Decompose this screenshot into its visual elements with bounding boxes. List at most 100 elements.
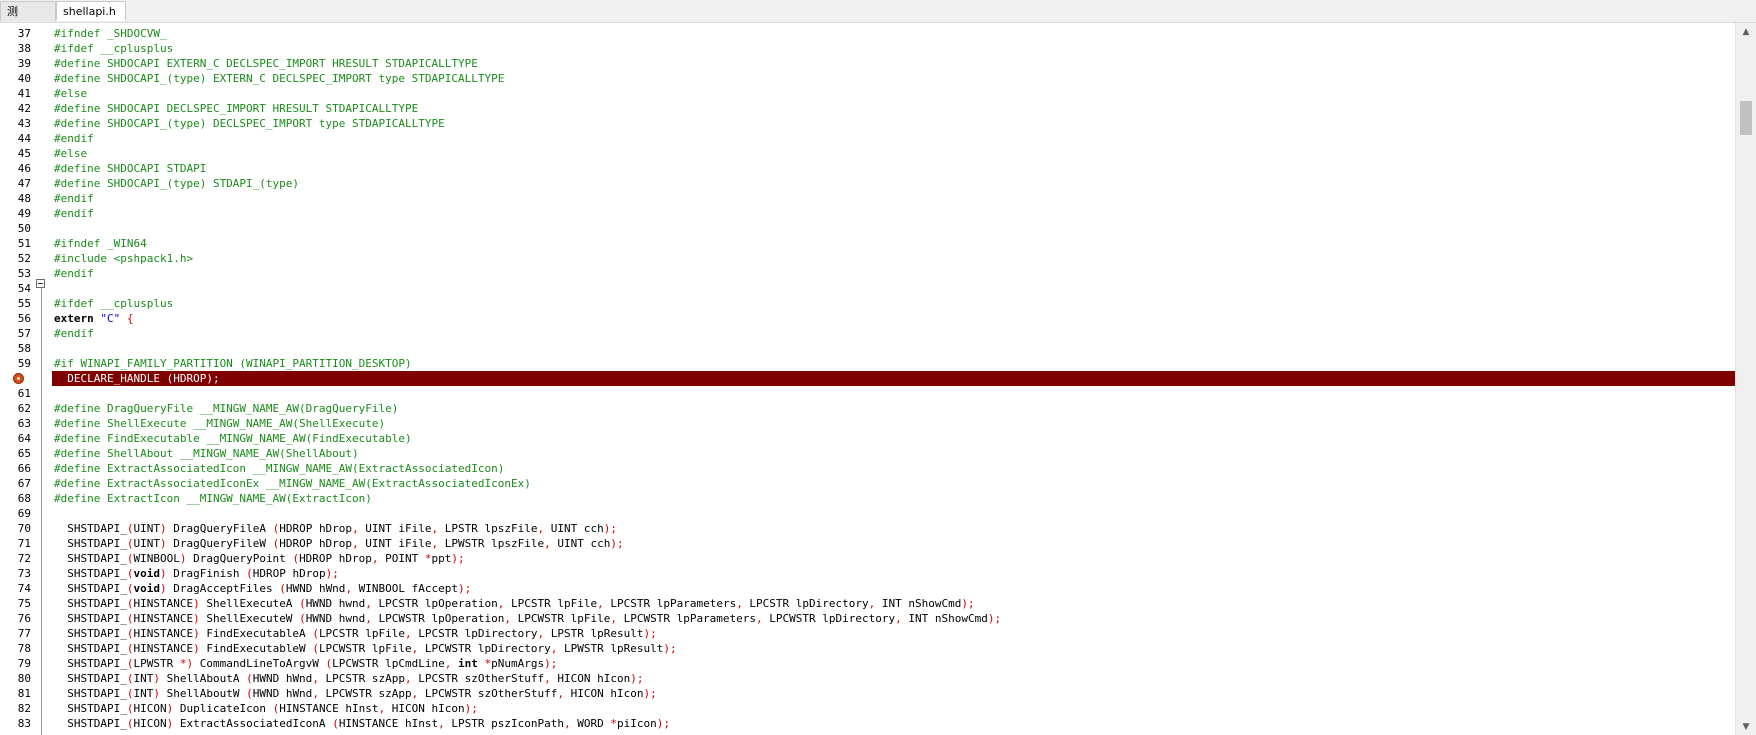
- line-number: 51: [17, 237, 31, 250]
- code-token: #endif: [54, 267, 94, 280]
- code-token: void: [133, 582, 160, 595]
- code-token: ): [153, 672, 160, 685]
- code-token: #define SHDOCAPI_(type) DECLSPEC_IMPORT …: [54, 117, 445, 130]
- code-token: LPWSTR lpResult: [557, 642, 664, 655]
- code-line: 70 SHSTDAPI_(UINT) DragQueryFileA (HDROP…: [0, 521, 1735, 536]
- code-token: (: [246, 672, 253, 685]
- code-editor[interactable]: 37 #ifndef _SHDOCVW_ 38 #ifdef __cplusplus 3…: [0, 23, 1756, 735]
- tab-shellapi-h[interactable]: shellapi.h: [56, 1, 126, 21]
- code-token: SHSTDAPI_: [54, 567, 127, 580]
- code-line: 49 #endif: [0, 206, 1735, 221]
- code-token: *): [179, 657, 194, 670]
- scroll-up-arrow-icon[interactable]: ▲: [1736, 23, 1756, 40]
- code-token: HWND hwnd: [305, 612, 366, 625]
- line-number: 82: [17, 702, 31, 715]
- tab-test-cpp[interactable]: 测试.cpp: [0, 1, 56, 38]
- code-line: 68 #define ExtractIcon __MINGW_NAME_AW(Ex…: [0, 491, 1735, 506]
- code-token: *: [424, 552, 432, 565]
- code-token: LPCWSTR lpFile: [511, 612, 611, 625]
- line-number: 58: [17, 342, 31, 355]
- code-token: SHSTDAPI_: [54, 687, 127, 700]
- line-number: 43: [17, 117, 31, 130]
- line-number: 42: [17, 102, 31, 115]
- code-lines: 37 #ifndef _SHDOCVW_ 38 #ifdef __cplusplus 3…: [0, 26, 1735, 731]
- code-token: LPCWSTR szApp: [318, 687, 412, 700]
- scroll-down-arrow-icon[interactable]: ▼: [1736, 718, 1756, 735]
- code-line: 45 #else: [0, 146, 1735, 161]
- code-token: SHSTDAPI_: [54, 672, 127, 685]
- code-token: UINT cch: [544, 522, 604, 535]
- code-token: HDROP hDrop: [299, 552, 372, 565]
- code-token: ,: [371, 552, 379, 565]
- code-token: HWND hWnd: [252, 672, 313, 685]
- code-token: DragQueryPoint: [186, 552, 293, 565]
- code-line: 54: [0, 281, 1735, 296]
- code-line: 76 SHSTDAPI_(HINSTANCE) ShellExecuteW (H…: [0, 611, 1735, 626]
- code-token: #define ShellAbout __MINGW_NAME_AW(Shell…: [54, 447, 359, 460]
- code-line: 52 #include <pshpack1.h>: [0, 251, 1735, 266]
- code-text: #endif: [54, 266, 94, 281]
- code-token: HINSTANCE: [133, 612, 194, 625]
- code-token: SHSTDAPI_: [54, 537, 127, 550]
- code-text: #include <pshpack1.h>: [54, 251, 193, 266]
- code-text: SHSTDAPI_(void) DragFinish (HDROP hDrop)…: [54, 566, 339, 581]
- code-text: #endif: [54, 191, 94, 206]
- code-text: #define SHDOCAPI EXTERN_C DECLSPEC_IMPOR…: [54, 56, 478, 71]
- code-token: (: [246, 567, 253, 580]
- code-line: 74 SHSTDAPI_(void) DragAcceptFiles (HWND…: [0, 581, 1735, 596]
- code-text: #define FindExecutable __MINGW_NAME_AW(F…: [54, 431, 412, 446]
- code-token: HDROP hDrop: [279, 522, 353, 535]
- line-number: 77: [17, 627, 31, 640]
- code-token: );: [325, 567, 339, 580]
- scrollbar-thumb[interactable]: [1740, 101, 1752, 135]
- code-token: ,: [610, 612, 617, 625]
- code-text: SHSTDAPI_(HICON) DuplicateIcon (HINSTANC…: [54, 701, 478, 716]
- code-token: LPCSTR lpFile: [318, 627, 406, 640]
- code-line: 72 SHSTDAPI_(WINBOOL) DragQueryPoint (HD…: [0, 551, 1735, 566]
- code-line: 61: [0, 386, 1735, 401]
- code-text: #ifndef _WIN64: [54, 236, 147, 251]
- code-line: 66 #define ExtractAssociatedIcon __MINGW_…: [0, 461, 1735, 476]
- code-token: LPCSTR lpFile: [504, 597, 598, 610]
- line-number: 65: [17, 447, 31, 460]
- line-number: 45: [17, 147, 31, 160]
- code-token: (: [299, 612, 306, 625]
- code-token: HDROP hDrop: [252, 567, 326, 580]
- code-token: ): [159, 522, 167, 535]
- code-token: ,: [756, 612, 763, 625]
- code-token: ,: [895, 612, 902, 625]
- code-token: CommandLineToArgvW: [193, 657, 326, 670]
- code-token: INT: [133, 687, 154, 700]
- code-line: 78 SHSTDAPI_(HINSTANCE) FindExecutableW …: [0, 641, 1735, 656]
- line-number: 47: [17, 177, 31, 190]
- line-number: 70: [17, 522, 31, 535]
- code-token: #include <pshpack1.h>: [54, 252, 194, 265]
- code-token: (: [312, 627, 319, 640]
- vertical-scrollbar[interactable]: ▲ ▼: [1735, 23, 1756, 735]
- code-line: 62 #define DragQueryFile __MINGW_NAME_AW(…: [0, 401, 1735, 416]
- line-number: 62: [17, 402, 31, 415]
- code-token: LPCWSTR lpCmdLine: [332, 657, 445, 670]
- code-token: );: [603, 522, 617, 535]
- code-token: INT nShowCmd: [875, 597, 962, 610]
- code-token: UINT: [133, 522, 160, 535]
- code-token: ): [153, 687, 160, 700]
- code-token: #define DragQueryFile __MINGW_NAME_AW(Dr…: [54, 402, 399, 415]
- code-text: #define SHDOCAPI_(type) EXTERN_C DECLSPE…: [54, 71, 504, 86]
- code-token: );: [643, 627, 657, 640]
- code-token: HINSTANCE hInst: [338, 717, 439, 730]
- code-line: 39 #define SHDOCAPI EXTERN_C DECLSPEC_IMP…: [0, 56, 1735, 71]
- line-number: 75: [17, 597, 31, 610]
- code-token: LPCWSTR lpDirectory: [418, 642, 551, 655]
- line-number: 59: [17, 357, 31, 370]
- code-line: 53 #endif: [0, 266, 1735, 281]
- code-text: SHSTDAPI_(void) DragAcceptFiles (HWND hW…: [54, 581, 471, 596]
- code-text: #endif: [54, 326, 94, 341]
- error-highlight-bar: [52, 371, 1735, 386]
- code-line: 81 SHSTDAPI_(INT) ShellAboutW (HWND hWnd…: [0, 686, 1735, 701]
- error-marker-icon[interactable]: [13, 373, 24, 384]
- code-text: #define SHDOCAPI_(type) STDAPI_(type): [54, 176, 299, 191]
- code-text: #define SHDOCAPI_(type) DECLSPEC_IMPORT …: [54, 116, 445, 131]
- code-token: ): [193, 642, 200, 655]
